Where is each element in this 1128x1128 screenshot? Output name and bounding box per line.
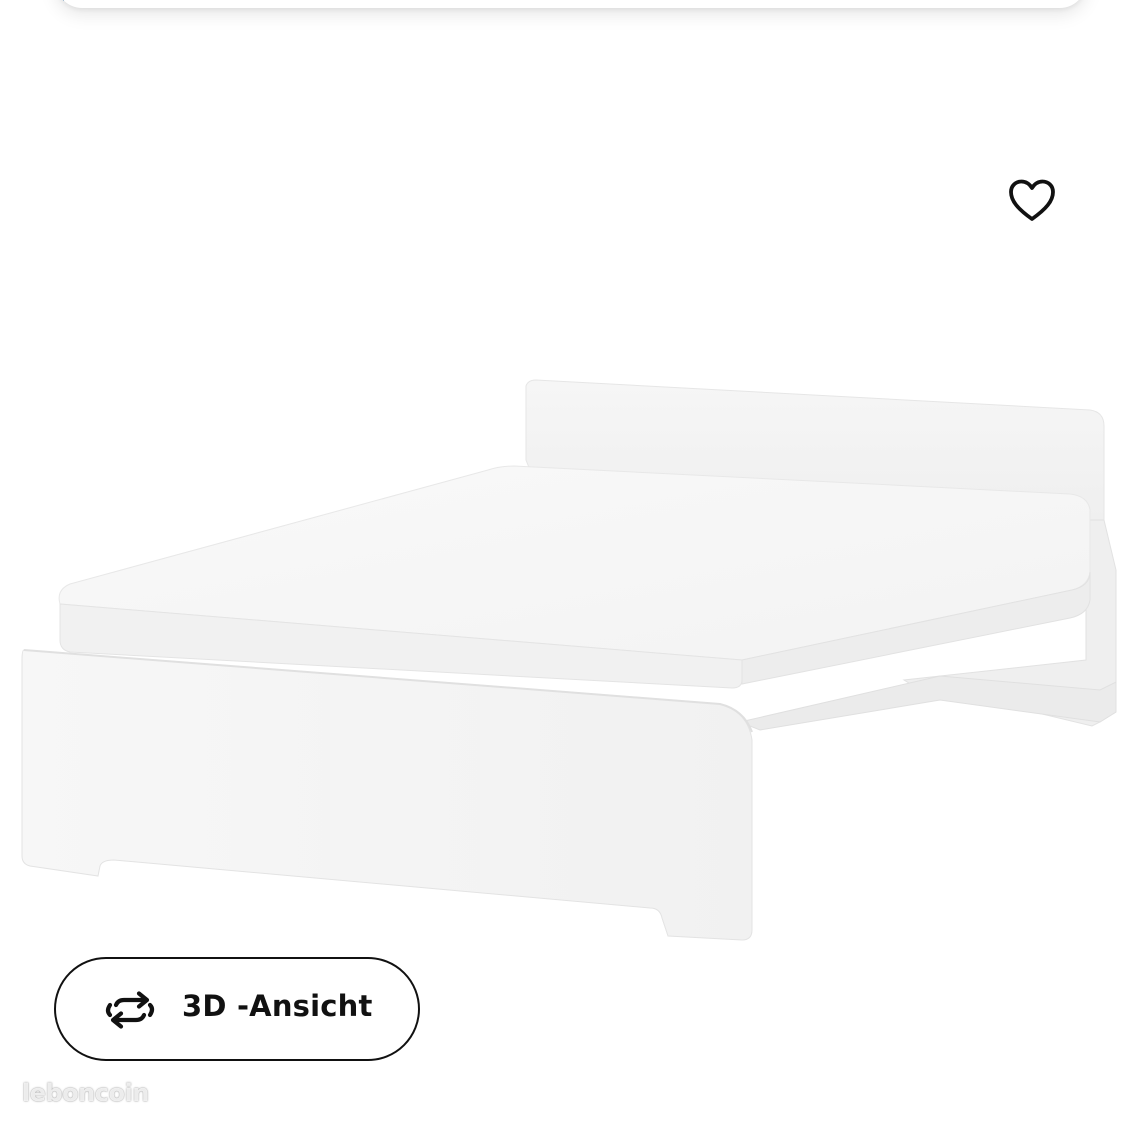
favorite-button[interactable] bbox=[1001, 172, 1063, 230]
top-search-bar[interactable] bbox=[56, 0, 1086, 8]
view-3d-label: 3D -Ansicht bbox=[182, 989, 373, 1023]
heart-outline-icon bbox=[1009, 179, 1055, 221]
search-bar-accent bbox=[56, 0, 64, 8]
leboncoin-watermark: leboncoin bbox=[22, 1079, 149, 1107]
footboard bbox=[21, 649, 753, 941]
product-page: 3D -Ansicht leboncoin bbox=[0, 0, 1128, 1128]
rotate-arrows-icon bbox=[105, 991, 155, 1029]
view-3d-button[interactable]: 3D -Ansicht bbox=[54, 957, 420, 1061]
product-image-bed bbox=[21, 379, 1117, 941]
